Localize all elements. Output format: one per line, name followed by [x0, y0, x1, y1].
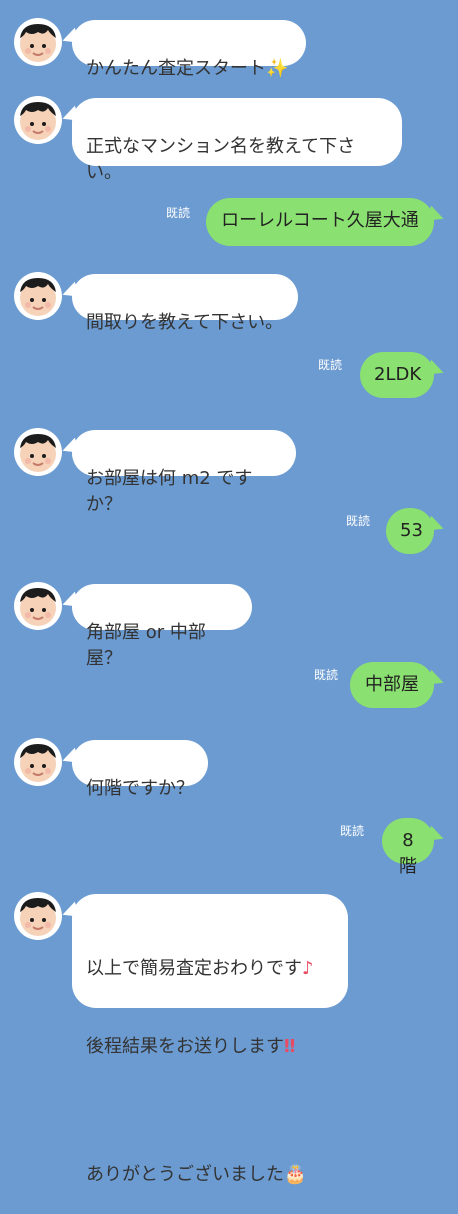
- message-bubble-bot[interactable]: 角部屋 or 中部屋？: [72, 584, 252, 669]
- message-text: 角部屋 or 中部屋？: [86, 622, 206, 669]
- message-line: 後程結果をお送りします‼: [86, 1008, 334, 1060]
- avatar-face-icon: [20, 434, 56, 472]
- avatar[interactable]: [14, 272, 62, 320]
- message-bubble-bot[interactable]: 以上で簡易査定おわりです♪ 後程結果をお送りします‼ ありがとうございました🎂: [72, 894, 348, 1185]
- message-text: 53: [400, 520, 423, 541]
- message-bubble-bot[interactable]: 正式なマンション名を教えて下さ い。: [72, 98, 402, 183]
- avatar[interactable]: [14, 738, 62, 786]
- message-bubble-bot[interactable]: お部屋は何 m2 ですか？: [72, 430, 296, 515]
- music-note-icon: ♪: [302, 958, 314, 979]
- read-status: 既読: [313, 668, 338, 682]
- avatar-face-icon: [20, 898, 56, 936]
- chat-thread: かんたん査定スタート✨ 正式なマンション名を教えて下さ い。 既読 ローレルコー…: [0, 0, 458, 1185]
- avatar-face-icon: [20, 588, 56, 626]
- message-text: 間取りを教えて下さい。: [86, 312, 284, 333]
- message-text: 以上で簡易査定おわりです: [86, 958, 302, 979]
- message-bubble-bot[interactable]: 何階ですか？: [72, 740, 208, 799]
- message-text: 後程結果をお送りします: [86, 1036, 284, 1057]
- sparkle-icon: ✨: [266, 58, 289, 79]
- avatar[interactable]: [14, 96, 62, 144]
- message-bubble-user[interactable]: 中部屋: [350, 662, 434, 708]
- message-bubble-user[interactable]: ローレルコート久屋大通: [206, 198, 434, 246]
- message-bubble-bot[interactable]: 間取りを教えて下さい。: [72, 274, 298, 333]
- message-text: 正式なマンション名を教えて下さ い。: [86, 136, 356, 183]
- message-text: お部屋は何 m2 ですか？: [86, 468, 253, 515]
- read-status: 既読: [345, 514, 370, 528]
- message-line: 以上で簡易査定おわりです♪: [86, 930, 334, 982]
- read-status: 既読: [339, 824, 364, 838]
- avatar[interactable]: [14, 582, 62, 630]
- avatar[interactable]: [14, 892, 62, 940]
- message-bubble-user[interactable]: 53: [386, 508, 434, 554]
- double-exclamation-icon: ‼: [284, 1036, 296, 1057]
- read-status: 既読: [317, 358, 342, 372]
- message-text: ローレルコート久屋大通: [221, 210, 419, 231]
- message-bubble-user[interactable]: 2LDK: [360, 352, 434, 398]
- avatar[interactable]: [14, 18, 62, 66]
- message-line: ありがとうございました🎂: [86, 1136, 334, 1188]
- message-text: 2LDK: [374, 364, 422, 385]
- avatar-face-icon: [20, 102, 56, 140]
- message-bubble-user[interactable]: 8階: [382, 818, 434, 877]
- avatar-face-icon: [20, 744, 56, 782]
- avatar-face-icon: [20, 24, 56, 62]
- message-text: かんたん査定スタート: [86, 58, 266, 79]
- message-bubble-bot[interactable]: かんたん査定スタート✨: [72, 20, 306, 79]
- avatar-face-icon: [20, 278, 56, 316]
- cake-icon: 🎂: [284, 1164, 307, 1185]
- message-text: 8階: [399, 830, 417, 877]
- message-text: ありがとうございました: [86, 1164, 284, 1185]
- read-status: 既読: [165, 206, 190, 220]
- message-text: 何階ですか？: [86, 778, 194, 799]
- avatar[interactable]: [14, 428, 62, 476]
- message-text: 中部屋: [365, 674, 419, 695]
